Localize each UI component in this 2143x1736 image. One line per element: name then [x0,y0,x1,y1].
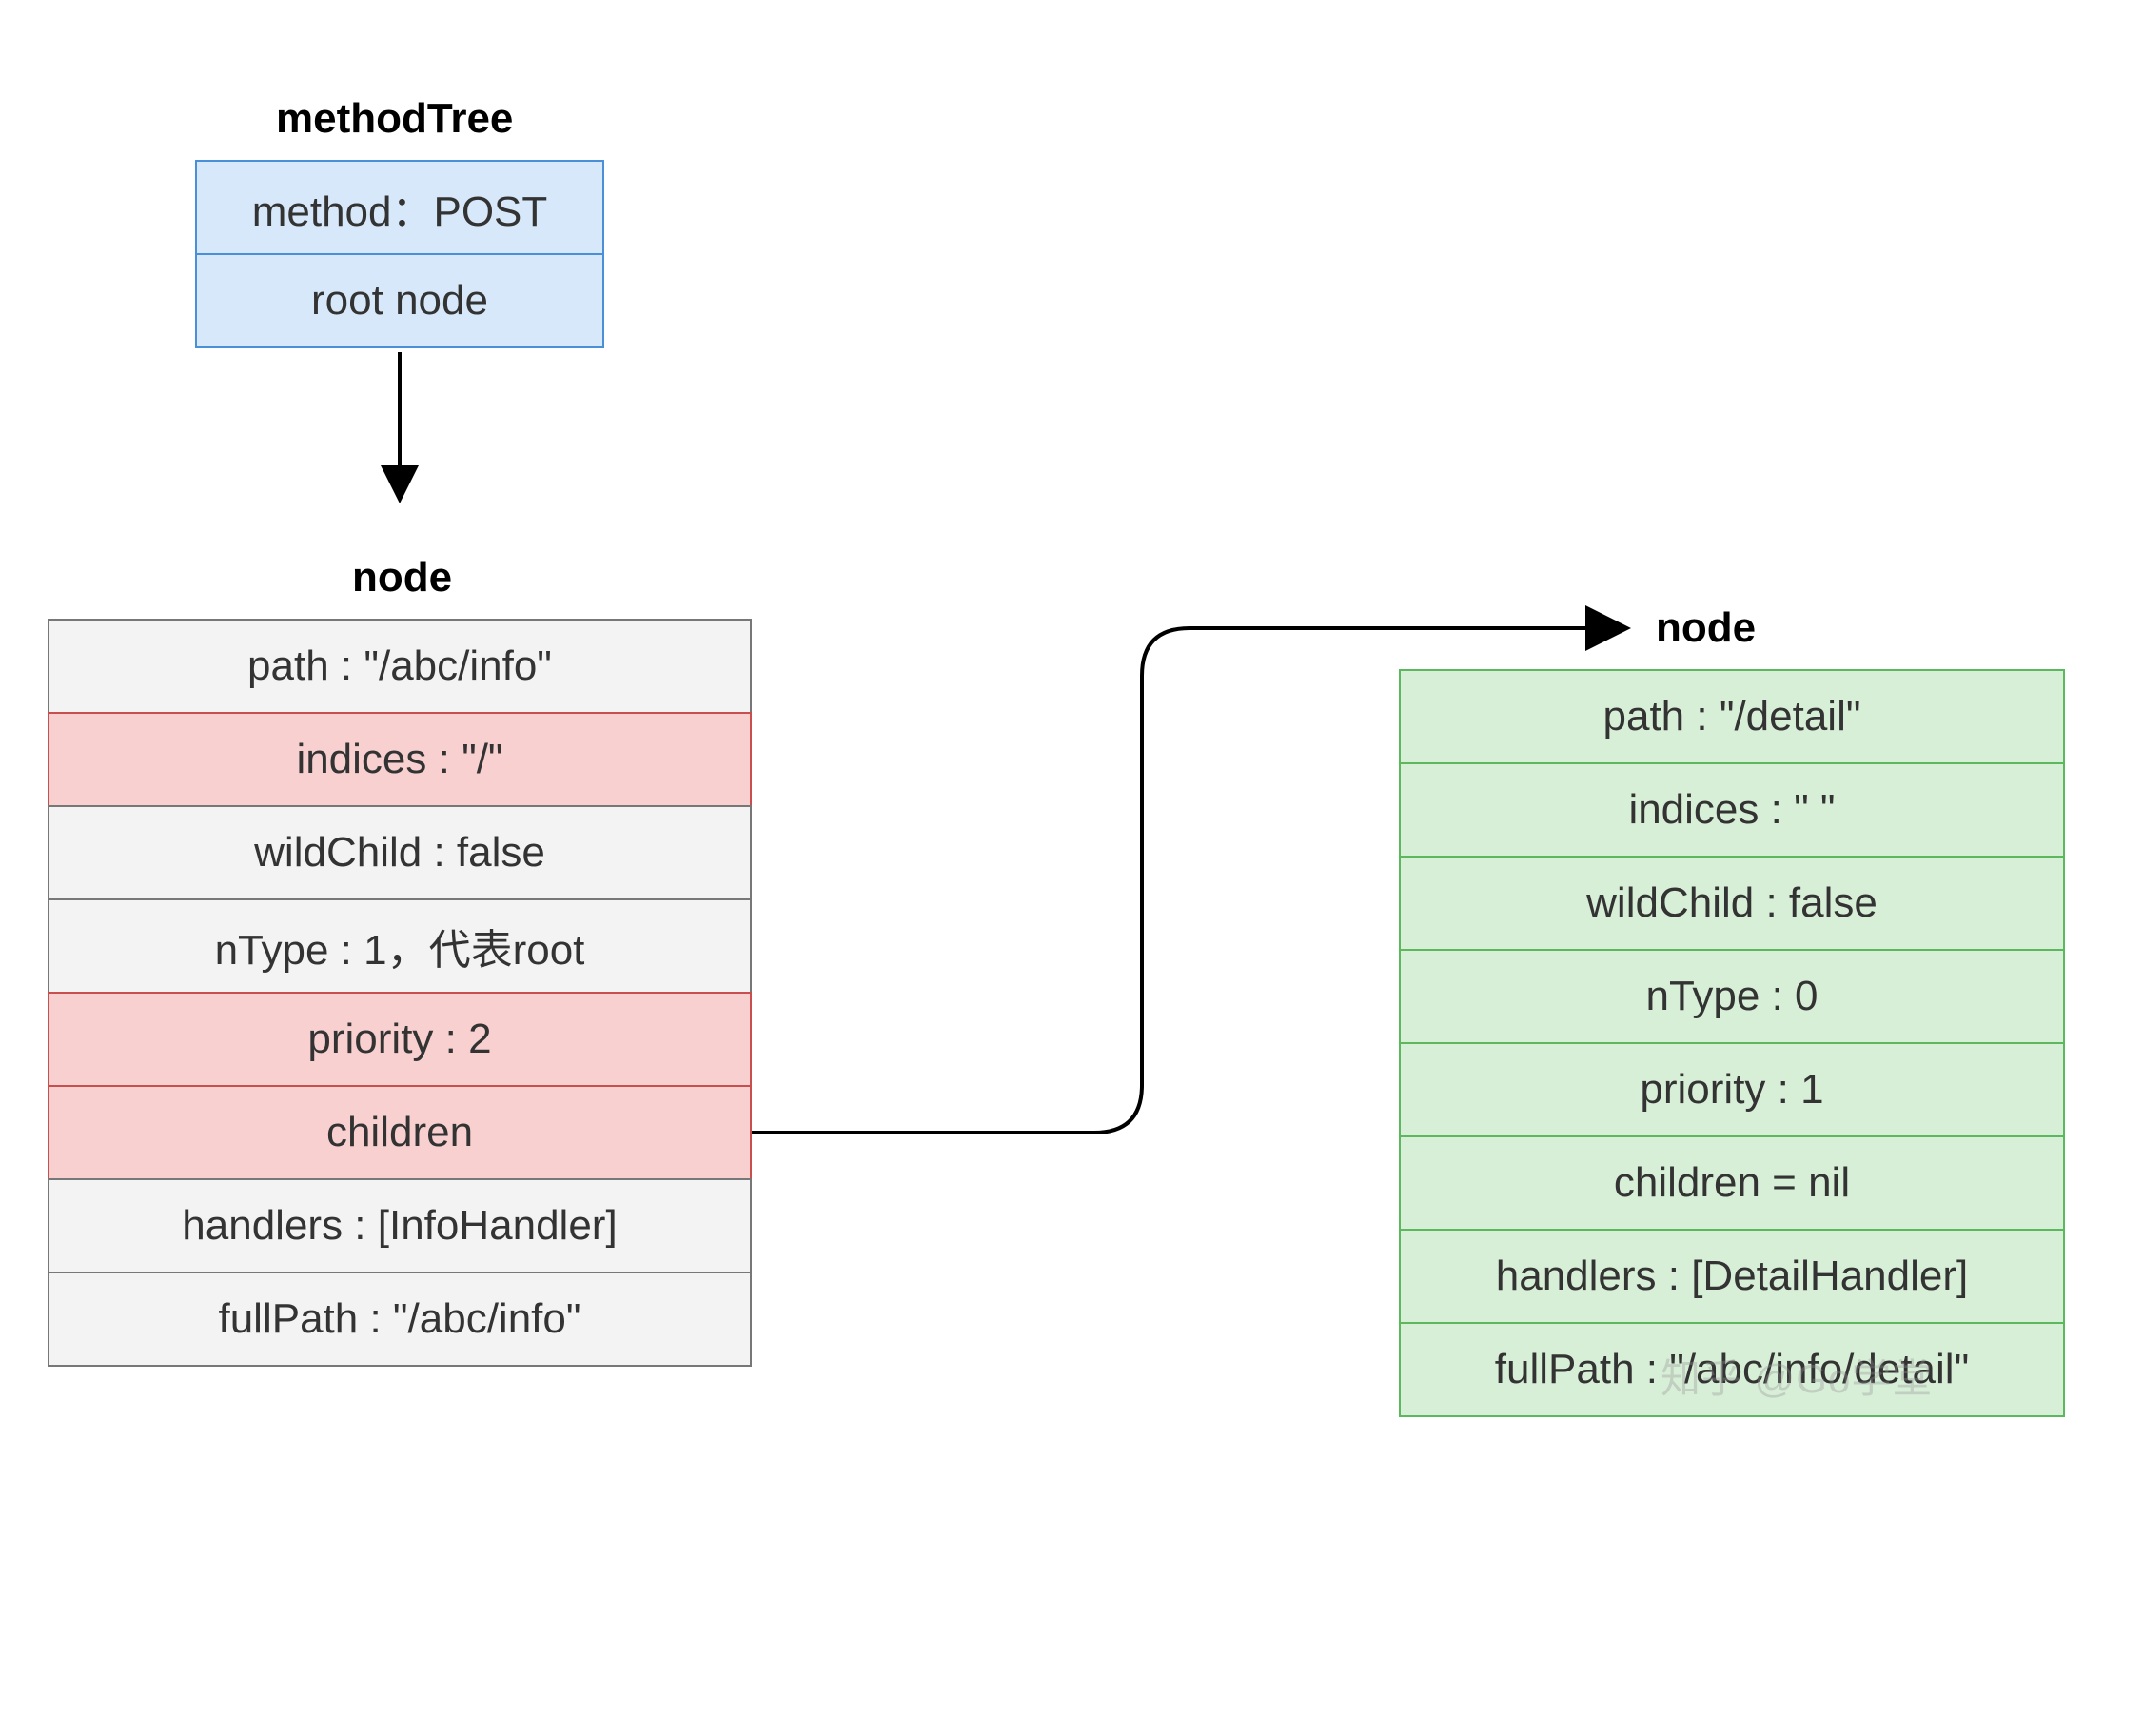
node-left-ntype: nType : 1，代表root [48,898,752,994]
watermark: 知乎 @Go学堂 [1661,1347,1933,1405]
node-left-priority: priority : 2 [48,992,752,1087]
node-left-handlers: handlers : [InfoHandler] [48,1178,752,1273]
node-left-fullpath: fullPath : "/abc/info" [48,1272,752,1367]
node-left-children: children [48,1085,752,1180]
node-right-title: node [1656,604,1756,652]
node-left-title: node [352,554,452,602]
arrow-tree-to-node [395,352,414,519]
node-left-wildchild: wildChild : false [48,805,752,900]
methodtree-box: method：POST root node [195,162,604,348]
node-left-box: path : "/abc/info" indices : "/" wildChi… [48,621,752,1367]
methodtree-root-cell: root node [195,253,604,348]
node-left-indices: indices : "/" [48,712,752,807]
node-left-path: path : "/abc/info" [48,619,752,714]
node-right-handlers: handlers : [DetailHandler] [1399,1229,2065,1324]
arrow-children-to-right-node [752,600,1656,1190]
methodtree-title: methodTree [276,95,513,143]
methodtree-method-cell: method：POST [195,160,604,255]
